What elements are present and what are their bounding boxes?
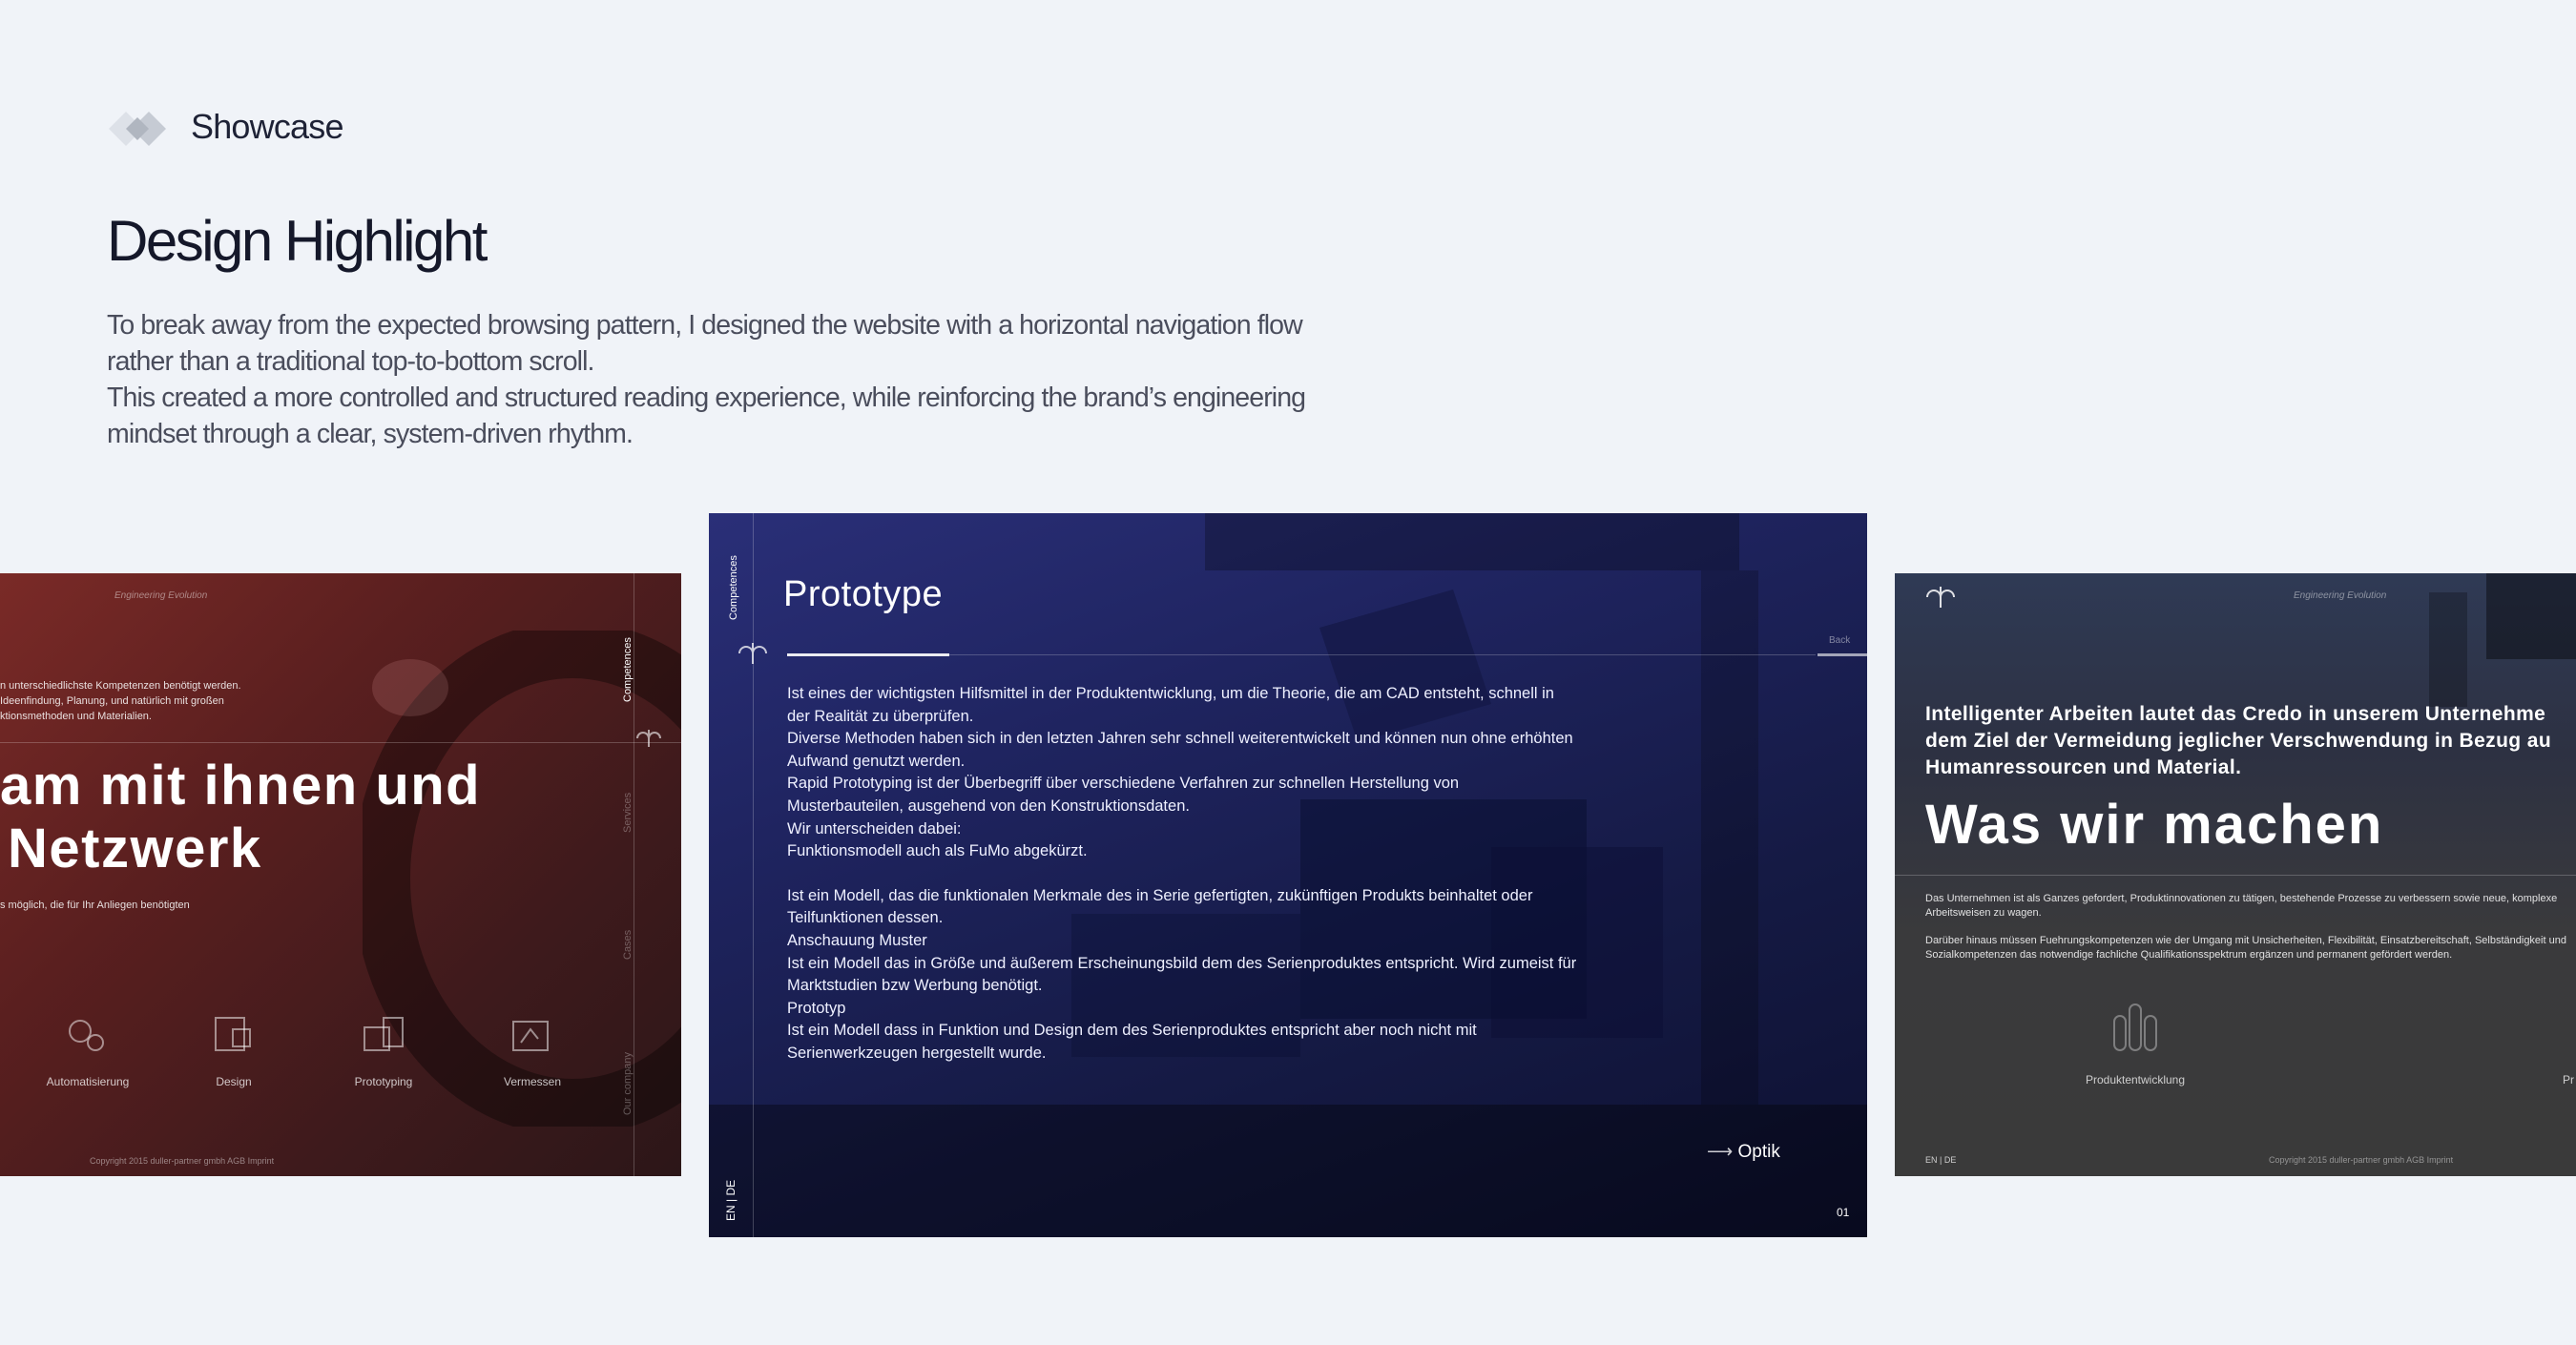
language-switch[interactable]: EN | DE — [1925, 1155, 1956, 1165]
icon-label: Prototyping — [354, 1075, 413, 1088]
body-paragraph: Wir unterscheiden dabei: — [787, 819, 962, 838]
nav-competences[interactable]: Competences — [728, 555, 739, 620]
body-paragraph: Anschauung Muster — [787, 931, 927, 949]
brand-mark-icon — [1926, 587, 1955, 608]
icon-label: Automatisierung — [46, 1075, 130, 1088]
product-development-icon[interactable] — [2107, 1001, 2164, 1058]
sub-text: s möglich, die für Ihr Anliegen benötigt… — [0, 900, 190, 911]
body-paragraph: Ist eines der wichtigsten Hilfsmittel in… — [787, 685, 1554, 725]
lead-text: Intelligenter Arbeiten lautet das Credo … — [1925, 703, 2552, 778]
footer-text: Copyright 2015 duller-partner gmbh AGB I… — [90, 1156, 275, 1166]
measure-icon[interactable] — [509, 1014, 555, 1056]
intro-line: n unterschiedlichste Kompetenzen benötig… — [0, 680, 241, 692]
arrow-right-icon: ⟶ — [1707, 1142, 1738, 1162]
nav-competences[interactable]: Competences — [622, 637, 634, 702]
nav-our-company[interactable]: Our company — [622, 1052, 634, 1115]
page-title: Design Highlight — [107, 209, 488, 273]
blueprint-icon[interactable] — [212, 1014, 256, 1056]
intro-line: ktionsmethoden und Materialien. — [0, 711, 152, 722]
showcase-card-right[interactable]: Engineering Evolution Intelligenter Arbe… — [1895, 573, 2576, 1176]
card-title: Prototype — [783, 574, 944, 614]
intro-text: n unterschiedlichste Kompetenzen benötig… — [0, 678, 241, 724]
language-switch[interactable]: EN | DE — [724, 1180, 737, 1221]
page-number: 01 — [1837, 1206, 1850, 1219]
nav-services[interactable]: Services — [622, 793, 634, 833]
body-paragraph: Ist ein Modell das in Größe und äußerem … — [787, 954, 1577, 995]
showcase-card-center[interactable]: Competences Prototype Back Ist eines der… — [709, 513, 1867, 1237]
description-paragraph: This created a more controlled and struc… — [107, 383, 1306, 449]
icon-label: Pr — [2563, 1073, 2574, 1086]
icon-label: Produktentwicklung — [2085, 1073, 2186, 1086]
gears-icon[interactable] — [63, 1014, 111, 1056]
card-body: Ist eines der wichtigsten Hilfsmittel in… — [787, 683, 1579, 1066]
icon-label: Vermessen — [503, 1075, 562, 1088]
body-spacer — [787, 863, 1579, 885]
body-paragraph: Funktionsmodell auch als FuMo abgekürzt. — [787, 842, 1088, 860]
prototype-icon[interactable] — [361, 1014, 406, 1056]
showcase-card-left[interactable]: Engineering Evolution n unterschiedlichs… — [0, 573, 681, 1176]
description-paragraph: To break away from the expected browsing… — [107, 310, 1303, 377]
tagline: Engineering Evolution — [2294, 590, 2387, 601]
body-paragraph: Prototyp — [787, 999, 846, 1017]
tagline: Engineering Evolution — [114, 590, 208, 601]
diamond-logo-icon — [109, 112, 166, 146]
next-link[interactable]: ⟶ Optik — [1707, 1141, 1780, 1163]
footer-text: Copyright 2015 duller-partner gmbh AGB I… — [2269, 1155, 2454, 1165]
headline: Was wir machen — [1925, 794, 2384, 856]
body-paragraph: Diverse Methoden haben sich in den letzt… — [787, 730, 1573, 770]
body-paragraph: Rapid Prototyping ist der Überbegriff üb… — [787, 775, 1460, 815]
headline: am mit ihnen und Netzwerk — [0, 755, 481, 880]
icon-label: Design — [216, 1075, 252, 1088]
section-label: Showcase — [191, 107, 344, 146]
headline-line: am mit ihnen und — [0, 755, 482, 817]
body-paragraph: Ist ein Modell, das die funktionalen Mer… — [787, 886, 1533, 927]
back-link[interactable]: Back — [1829, 635, 1850, 646]
next-label: Optik — [1737, 1142, 1780, 1162]
nav-cases[interactable]: Cases — [622, 930, 634, 960]
description: To break away from the expected browsing… — [107, 307, 1309, 452]
body-paragraph: Ist ein Modell dass in Funktion und Desi… — [787, 1022, 1477, 1062]
paragraph: Das Unternehmen ist als Ganzes gefordert… — [1925, 893, 2558, 919]
intro-line: Ideenfindung, Planung, und natürlich mit… — [0, 695, 224, 707]
headline-line: Netzwerk — [8, 817, 262, 879]
brand-mark-icon — [636, 730, 661, 747]
paragraph: Darüber hinaus müssen Fuehrungskompetenz… — [1925, 935, 2566, 961]
brand-mark-icon — [738, 643, 767, 664]
